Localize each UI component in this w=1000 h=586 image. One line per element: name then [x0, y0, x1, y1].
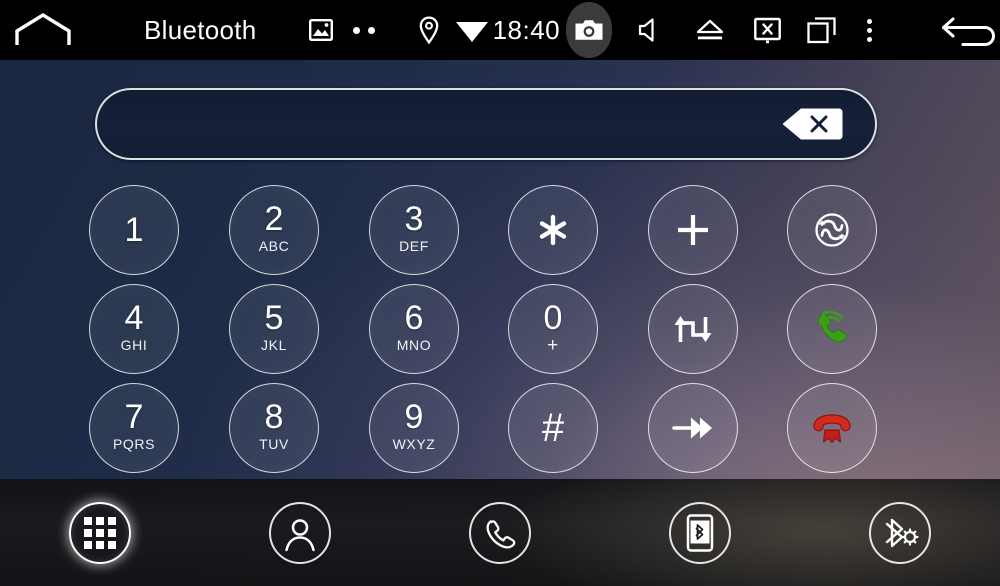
call-swap-icon: [809, 207, 855, 253]
screen-off-icon[interactable]: [754, 17, 781, 44]
speaker-mute-icon[interactable]: [638, 17, 664, 43]
overflow-menu-icon[interactable]: [867, 18, 872, 42]
dialpad-key-end-call[interactable]: [787, 383, 877, 473]
dialpad-key-5[interactable]: 5 JKL: [229, 284, 319, 374]
key-digit: 2: [264, 200, 284, 238]
plus-icon: [674, 211, 712, 249]
dock-bluetooth-phone-button[interactable]: [669, 501, 731, 564]
back-arrow-icon[interactable]: [940, 13, 1000, 47]
phone-number-input[interactable]: [95, 88, 877, 160]
phone-number-value: [131, 90, 765, 158]
dialpad-key-1[interactable]: 1: [89, 185, 179, 275]
location-pin-icon: [419, 16, 439, 45]
dialpad-key-plus[interactable]: [648, 185, 738, 275]
key-letters: GHI: [120, 337, 148, 353]
dock-contacts-button[interactable]: [269, 501, 331, 564]
dialpad-key-call-swap[interactable]: [787, 185, 877, 275]
status-bar-title: Bluetooth: [143, 14, 257, 45]
key-digit: 9: [404, 398, 424, 436]
eject-icon[interactable]: [694, 18, 726, 42]
key-digit: 5: [264, 299, 284, 337]
dock-dialpad-button[interactable]: [69, 501, 131, 564]
key-digit: 8: [264, 398, 284, 436]
status-bar: Bluetooth 18:40: [0, 0, 1000, 60]
contacts-person-icon: [280, 513, 320, 553]
status-bar-clock: 18:40: [492, 14, 561, 45]
gallery-icon[interactable]: [308, 19, 333, 42]
dialpad-key-star[interactable]: [508, 185, 598, 275]
dock-bluetooth-settings-button[interactable]: [869, 501, 931, 564]
key-letters: JKL: [261, 337, 287, 353]
key-letters: WXYZ: [392, 436, 436, 452]
dialpad-key-4[interactable]: 4 GHI: [89, 284, 179, 374]
dialpad-key-6[interactable]: 6 MNO: [369, 284, 459, 374]
asterisk-icon: [536, 213, 570, 247]
key-letters: PQRS: [112, 436, 156, 452]
dialpad-key-9[interactable]: 9 WXYZ: [369, 383, 459, 473]
bluetooth-phone-icon: [685, 513, 715, 552]
home-icon[interactable]: [0, 13, 86, 47]
key-letters: DEF: [399, 238, 429, 254]
answer-call-icon: [809, 307, 855, 351]
key-digit: 7: [124, 398, 144, 436]
fast-forward-icon: [671, 413, 715, 443]
key-letters: TUV: [259, 436, 289, 452]
dialpad-key-fast-forward[interactable]: [648, 383, 738, 473]
key-letters: ABC: [258, 238, 290, 254]
dialpad-key-3[interactable]: 3 DEF: [369, 185, 459, 275]
dialpad-key-8[interactable]: 8 TUV: [229, 383, 319, 473]
phone-handset-icon: [483, 516, 517, 550]
end-call-icon: [808, 408, 856, 448]
recent-apps-icon[interactable]: [807, 16, 837, 44]
key-letters: MNO: [396, 337, 432, 353]
key-digit: 4: [124, 299, 144, 337]
key-digit: 1: [124, 211, 144, 249]
bluetooth-settings-icon: [879, 514, 921, 552]
backspace-delete-icon[interactable]: [781, 107, 843, 141]
key-digit: 0: [543, 298, 563, 337]
bottom-dock: [0, 479, 1000, 586]
wifi-icon: [455, 17, 489, 43]
camera-icon[interactable]: [566, 2, 612, 58]
dialpad-icon: [84, 516, 116, 549]
dialer-screen: Bluetooth 18:40 1 2 ABC 3 DEF 4 GHI 5 JK…: [0, 0, 1000, 586]
dialpad-key-0[interactable]: 0 +: [508, 284, 598, 374]
dialpad-key-hash[interactable]: #: [508, 383, 598, 473]
dialpad-key-answer-call[interactable]: [787, 284, 877, 374]
two-dots-icon: [352, 26, 375, 34]
dialpad-key-7[interactable]: 7 PQRS: [89, 383, 179, 473]
dialpad-key-2[interactable]: 2 ABC: [229, 185, 319, 275]
key-digit: 3: [404, 200, 424, 238]
key-digit: 6: [404, 299, 424, 337]
dialpad-key-call-transfer[interactable]: [648, 284, 738, 374]
key-letters: +: [547, 334, 559, 356]
call-transfer-icon: [672, 312, 714, 346]
dock-call-log-button[interactable]: [469, 501, 531, 564]
hash-icon: #: [541, 406, 565, 450]
